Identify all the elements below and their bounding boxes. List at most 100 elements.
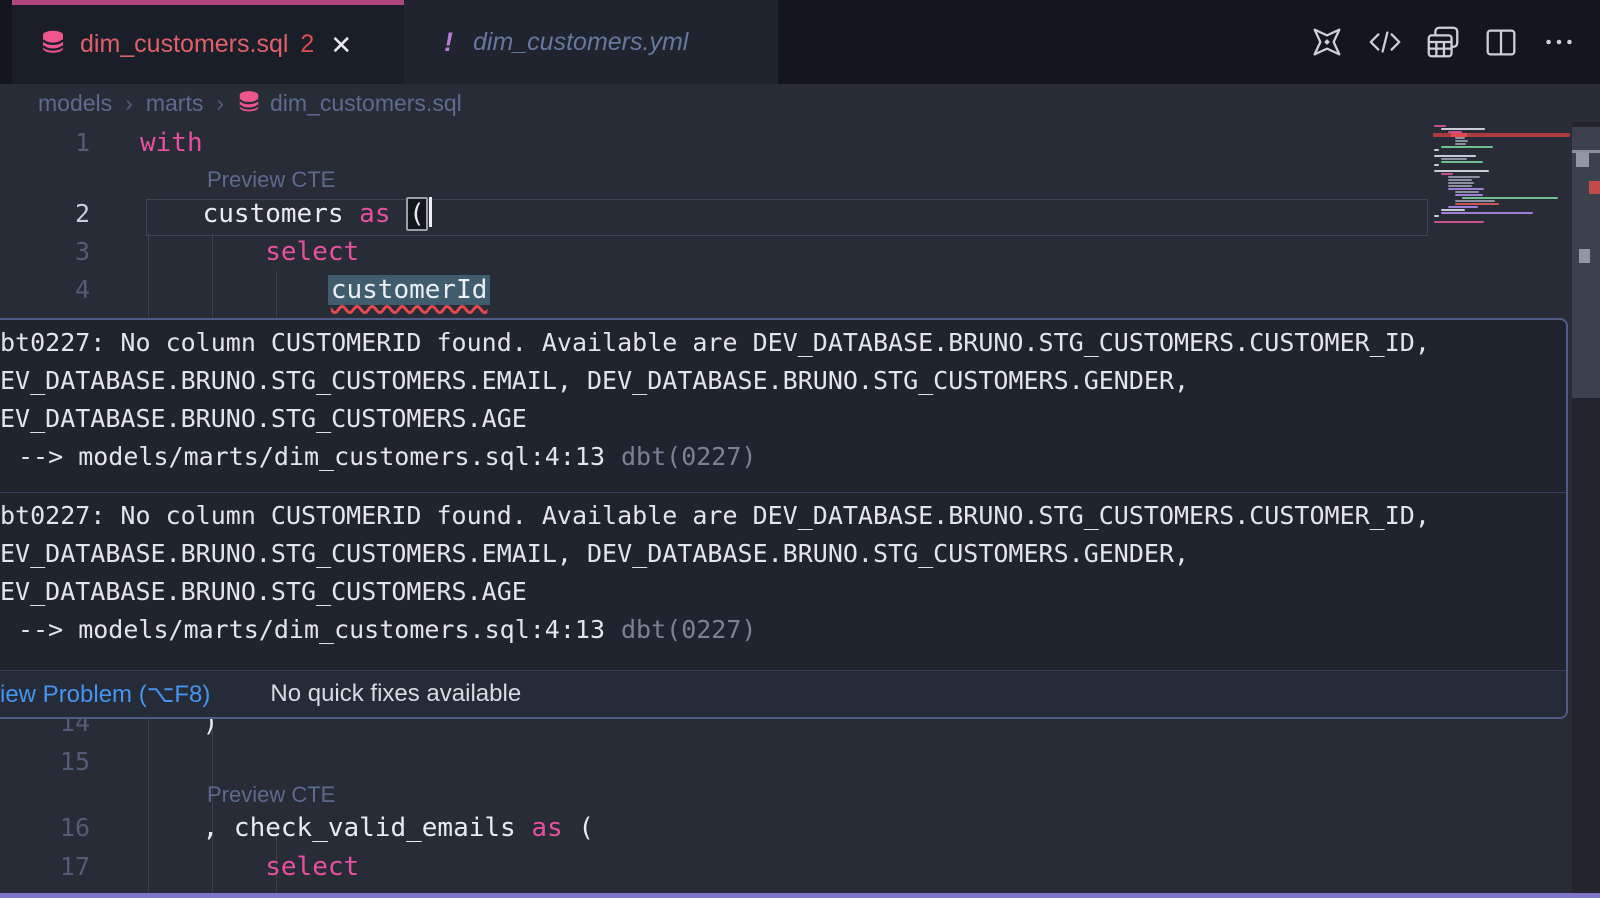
overview-ruler-cursor-marker — [1576, 152, 1589, 167]
diagnostic-location: --> models/marts/dim_customers.sql:4:13 — [18, 615, 605, 644]
minimap-row — [1434, 170, 1489, 172]
database-icon — [40, 30, 66, 59]
code-line-15[interactable]: 15 — [0, 743, 1570, 781]
minimap-row — [1441, 158, 1467, 160]
minimap-row — [1434, 164, 1439, 166]
tab-dim-customers-yml[interactable]: ! dim_customers.yml — [404, 0, 778, 84]
code-line-3[interactable]: 3 select — [0, 233, 1570, 271]
minimap-row — [1441, 212, 1533, 214]
inline-code-icon[interactable] — [1366, 23, 1404, 61]
close-icon[interactable]: ✕ — [330, 32, 352, 58]
line-number: 17 — [0, 848, 90, 886]
chevron-right-icon: › — [125, 90, 133, 117]
code-text: select — [140, 848, 359, 886]
code-line-2[interactable]: 2 customers as ( — [0, 195, 1570, 233]
hover-status-bar: iew Problem (⌥F8) No quick fixes availab… — [0, 670, 1566, 717]
code-text: , check_valid_emails as ( — [140, 809, 594, 847]
overview-ruler-error-marker — [1589, 181, 1600, 194]
minimap-row — [1455, 137, 1465, 139]
code-text: with — [140, 124, 203, 162]
minimap-row — [1441, 146, 1493, 148]
diagnostic-block: bt0227: No column CUSTOMERID found. Avai… — [0, 324, 1560, 492]
minimap-row — [1448, 206, 1478, 208]
minimap-row — [1441, 209, 1465, 211]
breadcrumb-models[interactable]: models — [38, 90, 112, 117]
breadcrumb-marts[interactable]: marts — [146, 90, 204, 117]
query-results-table-icon[interactable] — [1424, 23, 1462, 61]
diagnostic-location-line: --> models/marts/dim_customers.sql:4:13 d… — [0, 438, 1560, 476]
minimap-row — [1434, 149, 1439, 151]
minimap-row — [1448, 182, 1474, 184]
tab-filename: dim_customers.sql — [80, 30, 288, 59]
tab-dim-customers-sql[interactable]: dim_customers.sql 2 ✕ — [12, 0, 404, 84]
minimap-row — [1434, 221, 1484, 223]
editor[interactable]: 1withPreview CTE2 customers as (3 select… — [0, 122, 1600, 898]
line-number: 16 — [0, 809, 90, 847]
scrollbar[interactable] — [1572, 122, 1600, 898]
diagnostic-message-line: EV_DATABASE.BRUNO.STG_CUSTOMERS.EMAIL, D… — [0, 535, 1560, 573]
split-editor-icon[interactable] — [1482, 23, 1520, 61]
error-hover-tooltip: bt0227: No column CUSTOMERID found. Avai… — [0, 318, 1568, 719]
minimap-row — [1441, 161, 1483, 163]
code-line-4[interactable]: 4 customerId — [0, 271, 1570, 309]
codelens-preview-cte[interactable]: Preview CTE — [207, 165, 335, 195]
minimap-row — [1441, 173, 1453, 175]
code-line-1[interactable]: 1with — [0, 124, 1570, 162]
diagnostic-message-line: bt0227: No column CUSTOMERID found. Avai… — [0, 324, 1560, 362]
diagnostic-location: --> models/marts/dim_customers.sql:4:13 — [18, 442, 605, 471]
minimap-row — [1455, 140, 1468, 142]
code-text: customers as ( — [140, 195, 432, 233]
minimap-row — [1434, 155, 1476, 157]
diagnostic-message-line: bt0227: No column CUSTOMERID found. Avai… — [0, 497, 1560, 535]
minimap-row — [1455, 203, 1499, 205]
line-number: 3 — [0, 233, 90, 271]
more-actions-icon[interactable] — [1540, 23, 1578, 61]
minimap-row — [1448, 176, 1480, 178]
minimap-row — [1455, 191, 1479, 193]
minimap-error-highlight — [1451, 133, 1467, 137]
database-icon — [237, 90, 261, 119]
no-quick-fixes-label: No quick fixes available — [270, 680, 521, 708]
diagnostic-code: dbt(0227) — [621, 615, 756, 644]
text-cursor — [429, 197, 432, 227]
minimap-row — [1434, 167, 1570, 169]
minimap-row — [1434, 215, 1439, 217]
codelens-preview-cte[interactable]: Preview CTE — [207, 780, 335, 810]
hover-body: bt0227: No column CUSTOMERID found. Avai… — [0, 320, 1566, 670]
diagnostic-message-line: EV_DATABASE.BRUNO.STG_CUSTOMERS.EMAIL, D… — [0, 362, 1560, 400]
minimap-row — [1441, 128, 1485, 130]
diagnostic-message-line: EV_DATABASE.BRUNO.STG_CUSTOMERS.AGE — [0, 573, 1560, 611]
line-number: 2 — [0, 195, 90, 233]
overview-ruler-cursor-marker — [1579, 249, 1590, 263]
code-line-16[interactable]: 16 , check_valid_emails as ( — [0, 809, 1570, 847]
minimap-row — [1448, 179, 1472, 181]
code-text: select — [140, 233, 359, 271]
code-line-17[interactable]: 17 select — [0, 848, 1570, 886]
matched-bracket: ( — [406, 197, 428, 231]
minimap-row — [1455, 143, 1466, 145]
breadcrumb-file[interactable]: dim_customers.sql — [270, 90, 462, 117]
minimap-row — [1455, 200, 1495, 202]
tab-problem-count-badge: 2 — [300, 30, 314, 59]
tab-filename: dim_customers.yml — [473, 28, 688, 57]
line-number: 15 — [0, 743, 90, 781]
minimap-error-line — [1433, 133, 1570, 137]
diagnostic-location-line: --> models/marts/dim_customers.sql:4:13 d… — [0, 611, 1560, 649]
chevron-right-icon: › — [216, 90, 224, 117]
minimap-row — [1448, 185, 1472, 187]
view-problem-link[interactable]: iew Problem (⌥F8) — [0, 680, 210, 709]
minimap-row — [1448, 188, 1484, 190]
error-token-customerid: customerId — [328, 275, 491, 305]
minimap-row — [1462, 197, 1558, 199]
minimap[interactable] — [1434, 125, 1570, 224]
minimap-row — [1434, 125, 1446, 127]
line-number: 4 — [0, 271, 90, 309]
minimap-row — [1455, 194, 1483, 196]
tab-bar: dim_customers.sql 2 ✕ ! dim_customers.ym… — [0, 0, 1600, 84]
diagnostic-code: dbt(0227) — [621, 442, 756, 471]
panel-border-accent — [0, 893, 1600, 898]
dbt-icon[interactable] — [1308, 23, 1346, 61]
editor-actions — [1308, 0, 1578, 84]
warning-exclamation-icon: ! — [444, 27, 453, 58]
minimap-row — [1434, 152, 1570, 154]
